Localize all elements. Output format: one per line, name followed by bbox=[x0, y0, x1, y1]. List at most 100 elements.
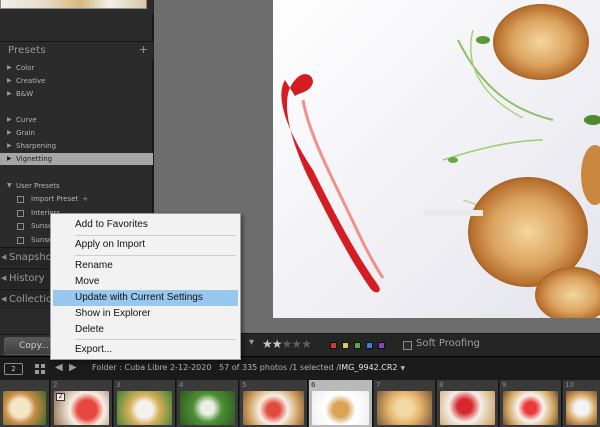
menu-item-rename[interactable]: Rename bbox=[53, 258, 238, 274]
forward-arrow-icon[interactable]: ▶ bbox=[69, 362, 77, 373]
thumbnail-number: 7 bbox=[376, 381, 381, 389]
menu-separator bbox=[75, 255, 236, 256]
back-arrow-icon[interactable]: ◀ bbox=[55, 362, 63, 373]
preset-group-sharpening[interactable]: ▶ Sharpening bbox=[0, 140, 153, 152]
star-icon[interactable]: ★ bbox=[272, 337, 283, 351]
soft-proofing-checkbox[interactable] bbox=[403, 341, 412, 350]
grid-view-icon[interactable] bbox=[35, 364, 45, 374]
expand-arrow-icon: ◀ bbox=[1, 295, 7, 303]
preset-group-color[interactable]: ▶ Color bbox=[0, 62, 153, 74]
preset-group-label: Curve bbox=[16, 116, 37, 124]
expand-arrow-icon: ▶ bbox=[7, 129, 12, 136]
collapse-arrow-icon: ▼ bbox=[7, 182, 12, 189]
folder-path[interactable]: Folder : Cuba Libre 2-12-2020 bbox=[92, 363, 211, 372]
menu-item-apply-on-import[interactable]: Apply on Import bbox=[53, 237, 238, 253]
thumbnail-image bbox=[117, 391, 172, 425]
preset-group-label: User Presets bbox=[16, 182, 60, 190]
thumbnail-number: 9 bbox=[502, 381, 507, 389]
menu-item-show-in-explorer[interactable]: Show in Explorer bbox=[53, 306, 238, 322]
filmstrip-thumbnail[interactable]: 10 bbox=[563, 380, 600, 427]
preset-context-menu: Add to Favorites Apply on Import Rename … bbox=[50, 213, 241, 360]
preset-group-label: Sharpening bbox=[16, 142, 57, 150]
filmstrip-thumbnail[interactable]: 3 bbox=[114, 380, 176, 427]
thumbnail-number: 5 bbox=[242, 381, 247, 389]
thumbnail-image bbox=[503, 391, 558, 425]
expand-arrow-icon: ▶ bbox=[7, 142, 12, 149]
user-preset-label: Import Preset bbox=[31, 195, 79, 203]
star-icon[interactable]: ★ bbox=[262, 337, 273, 351]
color-label-blue[interactable] bbox=[366, 342, 373, 349]
soft-proofing-label: Soft Proofing bbox=[416, 338, 480, 349]
color-label-green[interactable] bbox=[354, 342, 361, 349]
filmstrip-thumbnail[interactable]: 5 bbox=[240, 380, 308, 427]
expand-arrow-icon: ▶ bbox=[7, 64, 12, 71]
stack-badge[interactable]: 2 bbox=[56, 393, 65, 401]
thumbnail-number: 10 bbox=[565, 381, 574, 389]
photo-count-text: 57 of 335 photos /1 selected / bbox=[219, 363, 339, 372]
thumbnail-image bbox=[312, 391, 369, 425]
filmstrip-thumbnail[interactable]: 4 bbox=[177, 380, 239, 427]
star-icon[interactable]: ★ bbox=[282, 337, 293, 351]
color-label-purple[interactable] bbox=[378, 342, 385, 349]
thumbnail-image bbox=[566, 391, 597, 425]
preset-group-vignetting[interactable]: ▶ Vignetting bbox=[0, 153, 153, 165]
menu-item-export[interactable]: Export... bbox=[53, 342, 238, 358]
preset-group-bw[interactable]: ▶ B&W bbox=[0, 88, 153, 100]
secondary-display-button[interactable]: 2 bbox=[4, 363, 23, 375]
main-photo[interactable] bbox=[273, 0, 600, 318]
filmstrip-thumbnail[interactable] bbox=[0, 380, 50, 427]
color-label-red[interactable] bbox=[330, 342, 337, 349]
navigator-preview bbox=[0, 0, 153, 14]
star-icon[interactable]: ★ bbox=[301, 337, 312, 351]
thumbnail-image bbox=[243, 391, 304, 425]
menu-item-add-to-favorites[interactable]: Add to Favorites bbox=[53, 217, 238, 233]
add-preset-icon[interactable]: + bbox=[139, 43, 148, 56]
expand-arrow-icon: ◀ bbox=[1, 253, 7, 261]
preset-file-icon bbox=[17, 237, 24, 244]
dropdown-arrow-icon[interactable]: ▼ bbox=[401, 365, 406, 372]
color-label-yellow[interactable] bbox=[342, 342, 349, 349]
expand-arrow-icon: ▶ bbox=[7, 77, 12, 84]
menu-item-delete[interactable]: Delete bbox=[53, 322, 238, 338]
filmstrip: 2 2 3 4 5 6 7 8 9 10 bbox=[0, 380, 600, 427]
preset-group-user-presets[interactable]: ▼ User Presets bbox=[0, 180, 153, 192]
filmstrip-thumbnail-selected[interactable]: 6 bbox=[309, 380, 373, 427]
preset-file-icon bbox=[17, 210, 24, 217]
user-preset-label-wrap: Import Preset + bbox=[31, 193, 88, 205]
selected-file-name[interactable]: IMG_9942.CR2 bbox=[339, 363, 398, 372]
preset-group-curve[interactable]: ▶ Curve bbox=[0, 114, 153, 126]
thumbnail-number: 4 bbox=[179, 381, 184, 389]
food-photo-image bbox=[273, 0, 600, 318]
preset-group-grain[interactable]: ▶ Grain bbox=[0, 127, 153, 139]
thumbnail-image bbox=[3, 391, 46, 425]
expand-arrow-icon: ▶ bbox=[7, 116, 12, 123]
preset-group-label: Color bbox=[16, 64, 35, 72]
menu-separator bbox=[75, 235, 236, 236]
filmstrip-thumbnail[interactable]: 8 bbox=[437, 380, 499, 427]
preset-group-label: B&W bbox=[16, 90, 34, 98]
thumbnail-number: 6 bbox=[311, 381, 316, 389]
menu-item-update-with-current-settings[interactable]: Update with Current Settings bbox=[53, 290, 238, 306]
thumbnail-number: 2 bbox=[53, 381, 58, 389]
presets-header[interactable]: Presets + bbox=[0, 42, 153, 59]
thumbnail-number: 3 bbox=[116, 381, 121, 389]
expand-arrow-icon: ▶ bbox=[7, 155, 12, 162]
menu-item-move[interactable]: Move bbox=[53, 274, 238, 290]
user-preset-import[interactable]: Import Preset + bbox=[0, 193, 153, 205]
toolbar-chevron-icon[interactable]: ▾ bbox=[249, 337, 254, 348]
preset-group-label: Vignetting bbox=[16, 155, 53, 163]
filmstrip-thumbnail[interactable]: 7 bbox=[374, 380, 436, 427]
preset-file-icon bbox=[17, 223, 24, 230]
presets-title: Presets bbox=[8, 45, 46, 56]
preset-group-creative[interactable]: ▶ Creative bbox=[0, 75, 153, 87]
filmstrip-thumbnail[interactable]: 9 bbox=[500, 380, 562, 427]
expand-arrow-icon: ▶ bbox=[7, 90, 12, 97]
expand-arrow-icon: ◀ bbox=[1, 274, 7, 282]
navigator-thumbnail[interactable] bbox=[0, 0, 147, 9]
plus-icon: + bbox=[82, 195, 89, 203]
preset-file-icon bbox=[17, 196, 24, 203]
star-icon[interactable]: ★ bbox=[291, 337, 302, 351]
thumbnail-number: 8 bbox=[439, 381, 444, 389]
filmstrip-thumbnail[interactable]: 2 2 bbox=[51, 380, 113, 427]
star-rating[interactable]: ★★★★★ bbox=[262, 337, 312, 351]
